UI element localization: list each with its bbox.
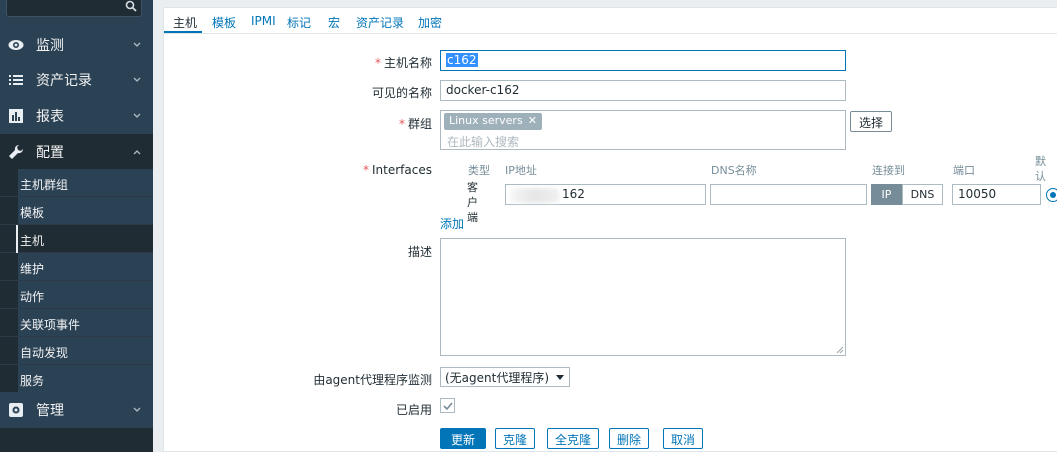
submenu-item-hosts[interactable]: 主机 [0, 225, 153, 253]
submenu-label: 模板 [20, 206, 45, 220]
host-name-input[interactable]: c162 [440, 50, 846, 71]
visible-name-label: 可见的名称 [371, 86, 432, 100]
tab-macros[interactable]: 宏 [328, 14, 340, 31]
tab-ipmi[interactable]: IPMI [251, 14, 276, 28]
menu-label: 资产记录 [36, 73, 92, 89]
chevron-down-icon [133, 113, 141, 118]
group-tag: Linux servers ✕ [444, 113, 542, 130]
select-groups-button[interactable]: 选择 [850, 111, 893, 132]
description-textarea[interactable] [440, 238, 846, 356]
menu-item-monitoring[interactable]: 监测 [0, 27, 153, 63]
visible-name-input[interactable]: docker-c162 [440, 80, 846, 101]
bar-chart-icon [9, 109, 23, 123]
cancel-button[interactable]: 取消 [663, 428, 704, 449]
interfaces-label: * Interfaces [363, 163, 432, 177]
update-button[interactable]: 更新 [440, 428, 487, 449]
remove-tag-icon[interactable]: ✕ [528, 114, 537, 127]
description-label: 描述 [407, 245, 432, 259]
menu-label: 管理 [36, 403, 64, 419]
sidebar-top [0, 0, 153, 27]
gear-icon [9, 403, 23, 417]
interface-port-input[interactable]: 10050 [952, 184, 1041, 205]
connect-to-dns-toggle[interactable]: DNS [902, 184, 943, 205]
submenu-label: 关联项事件 [20, 318, 81, 332]
enabled-label: 已启用 [395, 403, 432, 417]
tab-host[interactable]: 主机 [173, 14, 197, 31]
tab-templates[interactable]: 模板 [212, 14, 236, 31]
add-interface-link[interactable]: 添加 [440, 215, 464, 232]
chevron-up-icon [133, 150, 141, 155]
wrench-icon [9, 144, 24, 159]
submenu-item-services[interactable]: 服务 [0, 365, 153, 393]
interfaces-header-default: 默认 [1035, 155, 1046, 183]
submenu-label: 动作 [20, 290, 45, 304]
clone-button[interactable]: 克隆 [495, 428, 536, 449]
tab-bar: 主机 模板 IPMI 标记 宏 资产记录 加密 [164, 8, 1057, 34]
interfaces-header-dns: DNS名称 [711, 164, 757, 177]
menu-item-configuration[interactable]: 配置 [0, 134, 153, 170]
menu-label: 配置 [36, 145, 64, 161]
resize-handle-icon[interactable] [836, 346, 844, 354]
enabled-checkbox[interactable] [440, 398, 455, 413]
submenu-label: 服务 [20, 374, 45, 388]
host-edit-panel: 主机 模板 IPMI 标记 宏 资产记录 加密 * 主机名称 c162 可见的名称… [163, 7, 1057, 452]
chevron-down-icon [133, 42, 141, 47]
menu-item-administration[interactable]: 管理 [0, 392, 153, 428]
interface-ip-input[interactable]: 162 [505, 184, 706, 205]
interface-dns-input[interactable] [710, 184, 867, 205]
connect-to-ip-toggle[interactable]: IP [871, 184, 902, 205]
search-icon[interactable] [125, 0, 137, 12]
interfaces-header-type: 类型 [468, 164, 490, 177]
interfaces-header-port: 端口 [953, 164, 975, 177]
menu-item-reports[interactable]: 报表 [0, 98, 153, 134]
configuration-submenu: 主机群组 模板 主机 维护 动作 关联项事件 自动发现 服务 [0, 169, 153, 393]
checkmark-icon [443, 402, 453, 411]
menu-label: 监测 [36, 38, 64, 54]
tab-inventory[interactable]: 资产记录 [356, 14, 404, 31]
submenu-item-actions[interactable]: 动作 [0, 281, 153, 309]
active-tab-indicator [164, 31, 202, 33]
chevron-down-icon [133, 407, 141, 412]
sidebar: 监测 资产记录 报表 配置 主机群组 模板 主机 维护 动作 关联项事件 自动发… [0, 0, 153, 452]
submenu-label: 维护 [20, 262, 45, 276]
default-interface-radio[interactable] [1046, 188, 1057, 202]
sidebar-search-input[interactable] [6, 0, 142, 17]
groups-multiselect[interactable]: Linux servers ✕ 在此输入搜索 [440, 110, 846, 150]
delete-button[interactable]: 删除 [609, 428, 650, 449]
dropdown-caret-icon [556, 375, 564, 380]
eye-icon [8, 40, 24, 50]
menu-label: 报表 [36, 109, 64, 125]
submenu-item-event-correlation[interactable]: 关联项事件 [0, 309, 153, 337]
proxy-label: 由agent代理程序监测 [313, 373, 432, 387]
submenu-item-discovery[interactable]: 自动发现 [0, 337, 153, 365]
interfaces-header-ip: IP地址 [505, 164, 537, 177]
submenu-item-maintenance[interactable]: 维护 [0, 253, 153, 281]
menu-item-inventory[interactable]: 资产记录 [0, 62, 153, 98]
groups-search-placeholder[interactable]: 在此输入搜索 [447, 133, 519, 150]
tab-encryption[interactable]: 加密 [418, 14, 442, 31]
submenu-label: 自动发现 [20, 346, 69, 360]
tab-tags[interactable]: 标记 [287, 14, 311, 31]
list-icon [9, 75, 23, 85]
submenu-item-templates[interactable]: 模板 [0, 197, 153, 225]
submenu-label: 主机 [20, 234, 45, 248]
submenu-item-host-groups[interactable]: 主机群组 [0, 169, 153, 197]
proxy-select[interactable]: (无agent代理程序) [440, 367, 570, 387]
submenu-label: 主机群组 [20, 178, 69, 192]
host-name-label: * 主机名称 [374, 56, 432, 70]
redacted-ip-part [510, 188, 560, 203]
interfaces-header-connect: 连接到 [872, 164, 905, 177]
groups-label: * 群组 [398, 117, 432, 131]
chevron-down-icon [133, 77, 141, 82]
full-clone-button[interactable]: 全克隆 [547, 428, 600, 449]
interface-type: 客户端 [467, 181, 478, 224]
